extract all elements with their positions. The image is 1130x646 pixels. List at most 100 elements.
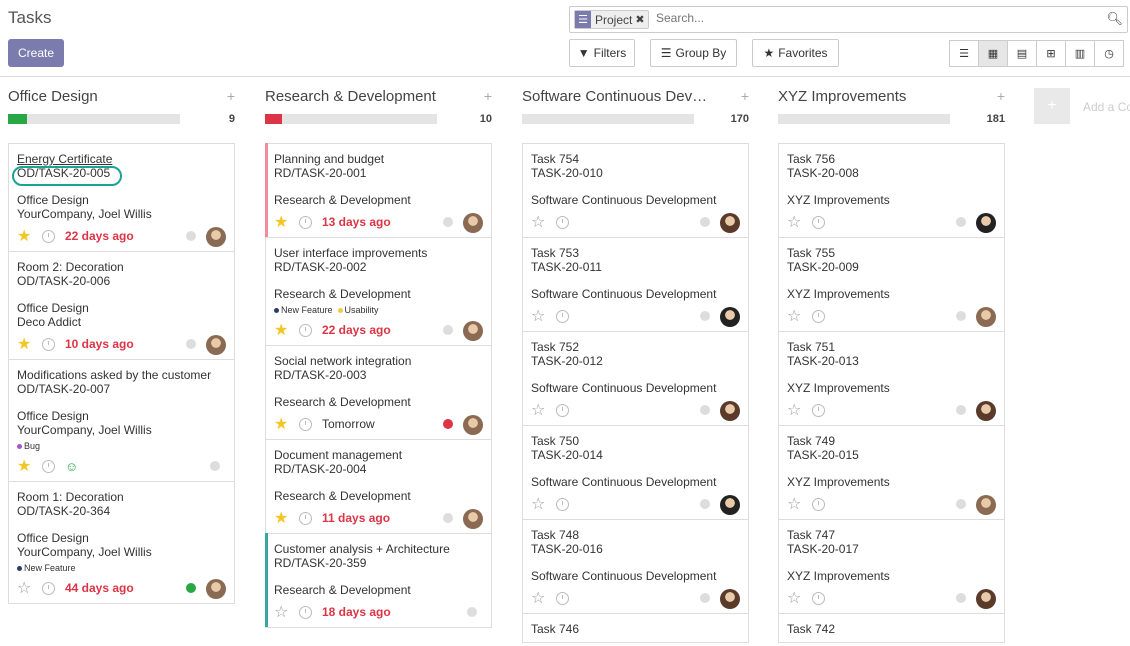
task-card[interactable]: Task 749 TASK-20-015 XYZ Improvements ☆	[779, 426, 1004, 520]
kanban-state-dot[interactable]	[443, 217, 453, 227]
task-card[interactable]: User interface improvements RD/TASK-20-00…	[266, 238, 491, 346]
kanban-state-dot[interactable]	[186, 583, 196, 593]
priority-star-icon[interactable]: ★	[274, 508, 292, 528]
priority-star-icon[interactable]: ☆	[531, 400, 549, 420]
group-by-button[interactable]: ☰ Group By	[650, 39, 737, 67]
activity-clock-icon[interactable]	[299, 323, 312, 337]
search-icon[interactable]: 🔍︎	[1106, 11, 1123, 27]
quick-create-plus-icon[interactable]: +	[741, 88, 749, 104]
column-header[interactable]: Office Design +	[8, 77, 235, 113]
calendar-view-icon[interactable]: ▤	[1007, 40, 1037, 67]
search-input[interactable]	[656, 11, 1056, 25]
activity-clock-icon[interactable]	[42, 581, 55, 595]
kanban-state-dot[interactable]	[186, 339, 196, 349]
activity-clock-icon[interactable]	[42, 459, 55, 473]
kanban-state-dot[interactable]	[956, 405, 966, 415]
kanban-state-dot[interactable]	[700, 593, 710, 603]
column-progress-bar[interactable]	[8, 114, 180, 124]
kanban-state-dot[interactable]	[467, 607, 477, 617]
task-card[interactable]: Room 1: Decoration OD/TASK-20-364 Office D…	[9, 482, 234, 604]
task-card[interactable]: Task 746	[523, 614, 748, 643]
kanban-state-dot[interactable]	[700, 499, 710, 509]
activity-clock-icon[interactable]	[812, 309, 825, 323]
pivot-view-icon[interactable]: ⊞	[1036, 40, 1066, 67]
activity-clock-icon[interactable]	[299, 215, 312, 229]
task-card[interactable]: Modifications asked by the customer OD/TA…	[9, 360, 234, 482]
activity-clock-icon[interactable]	[299, 605, 312, 619]
priority-star-icon[interactable]: ☆	[274, 602, 292, 622]
activity-clock-icon[interactable]	[42, 337, 55, 351]
task-card[interactable]: Task 750 TASK-20-014 Software Continuous D…	[523, 426, 748, 520]
search-facet-project[interactable]: ☰ Project ✖	[574, 10, 649, 29]
priority-star-icon[interactable]: ★	[17, 456, 35, 476]
kanban-view-icon[interactable]: ▦	[978, 40, 1008, 67]
column-progress-bar[interactable]	[778, 114, 950, 124]
task-card[interactable]: Social network integration RD/TASK-20-003…	[266, 346, 491, 440]
priority-star-icon[interactable]: ★	[274, 320, 292, 340]
priority-star-icon[interactable]: ☆	[531, 306, 549, 326]
task-card[interactable]: Document management RD/TASK-20-004 Researc…	[266, 440, 491, 534]
task-card[interactable]: Customer analysis + Architecture RD/TASK-…	[265, 533, 491, 628]
task-card[interactable]: Task 742	[779, 614, 1004, 643]
task-card[interactable]: Planning and budget RD/TASK-20-001 Researc…	[265, 143, 491, 238]
task-card[interactable]: Task 751 TASK-20-013 XYZ Improvements ☆	[779, 332, 1004, 426]
kanban-state-dot[interactable]	[700, 405, 710, 415]
priority-star-icon[interactable]: ★	[17, 226, 35, 246]
graph-view-icon[interactable]: ▥	[1065, 40, 1095, 67]
activity-view-icon[interactable]: ◷	[1094, 40, 1124, 67]
activity-clock-icon[interactable]	[556, 309, 569, 323]
activity-clock-icon[interactable]	[556, 215, 569, 229]
create-button[interactable]: Create	[8, 39, 64, 67]
task-card[interactable]: Task 752 TASK-20-012 Software Continuous D…	[523, 332, 748, 426]
column-header[interactable]: Research & Development +	[265, 77, 492, 113]
kanban-state-dot[interactable]	[443, 325, 453, 335]
quick-create-plus-icon[interactable]: +	[484, 88, 492, 104]
column-header[interactable]: Software Continuous Dev… +	[522, 77, 749, 113]
kanban-state-dot[interactable]	[956, 217, 966, 227]
activity-clock-icon[interactable]	[812, 215, 825, 229]
priority-star-icon[interactable]: ★	[274, 212, 292, 232]
column-progress-bar[interactable]	[522, 114, 694, 124]
favorites-button[interactable]: ★ Favorites	[752, 39, 839, 67]
task-card[interactable]: Task 747 TASK-20-017 XYZ Improvements ☆	[779, 520, 1004, 614]
kanban-state-dot[interactable]	[443, 513, 453, 523]
kanban-state-dot[interactable]	[210, 461, 220, 471]
kanban-state-dot[interactable]	[956, 499, 966, 509]
activity-clock-icon[interactable]	[812, 403, 825, 417]
task-card[interactable]: Energy Certificate OD/TASK-20-005 Office D…	[9, 144, 234, 252]
task-card[interactable]: Task 756 TASK-20-008 XYZ Improvements ☆	[779, 144, 1004, 238]
kanban-state-dot[interactable]	[700, 311, 710, 321]
column-header[interactable]: XYZ Improvements +	[778, 77, 1005, 113]
priority-star-icon[interactable]: ★	[274, 414, 292, 434]
activity-clock-icon[interactable]	[42, 229, 55, 243]
filters-button[interactable]: ▼ Filters	[569, 39, 635, 67]
activity-clock-icon[interactable]	[812, 591, 825, 605]
kanban-state-dot[interactable]	[443, 419, 453, 429]
activity-clock-icon[interactable]	[812, 497, 825, 511]
quick-create-plus-icon[interactable]: +	[227, 88, 235, 104]
priority-star-icon[interactable]: ☆	[787, 306, 805, 326]
priority-star-icon[interactable]: ★	[17, 334, 35, 354]
activity-clock-icon[interactable]	[299, 511, 312, 525]
task-card[interactable]: Task 755 TASK-20-009 XYZ Improvements ☆	[779, 238, 1004, 332]
add-column[interactable]: + Add a Column	[1034, 88, 1130, 124]
kanban-state-dot[interactable]	[700, 217, 710, 227]
priority-star-icon[interactable]: ☆	[531, 588, 549, 608]
search-bar[interactable]: ☰ Project ✖ 🔍︎	[569, 6, 1128, 33]
column-progress-bar[interactable]	[265, 114, 437, 124]
add-column-plus-icon[interactable]: +	[1034, 88, 1070, 124]
facet-remove-icon[interactable]: ✖	[635, 13, 647, 26]
priority-star-icon[interactable]: ☆	[787, 212, 805, 232]
activity-clock-icon[interactable]	[299, 417, 312, 431]
quick-create-plus-icon[interactable]: +	[997, 88, 1005, 104]
priority-star-icon[interactable]: ☆	[787, 400, 805, 420]
priority-star-icon[interactable]: ☆	[787, 494, 805, 514]
task-card[interactable]: Task 753 TASK-20-011 Software Continuous D…	[523, 238, 748, 332]
priority-star-icon[interactable]: ☆	[531, 494, 549, 514]
kanban-state-dot[interactable]	[956, 593, 966, 603]
activity-clock-icon[interactable]	[556, 497, 569, 511]
task-card[interactable]: Room 2: Decoration OD/TASK-20-006 Office D…	[9, 252, 234, 360]
task-card[interactable]: Task 754 TASK-20-010 Software Continuous D…	[523, 144, 748, 238]
kanban-state-dot[interactable]	[956, 311, 966, 321]
list-view-icon[interactable]: ☰	[949, 40, 979, 67]
